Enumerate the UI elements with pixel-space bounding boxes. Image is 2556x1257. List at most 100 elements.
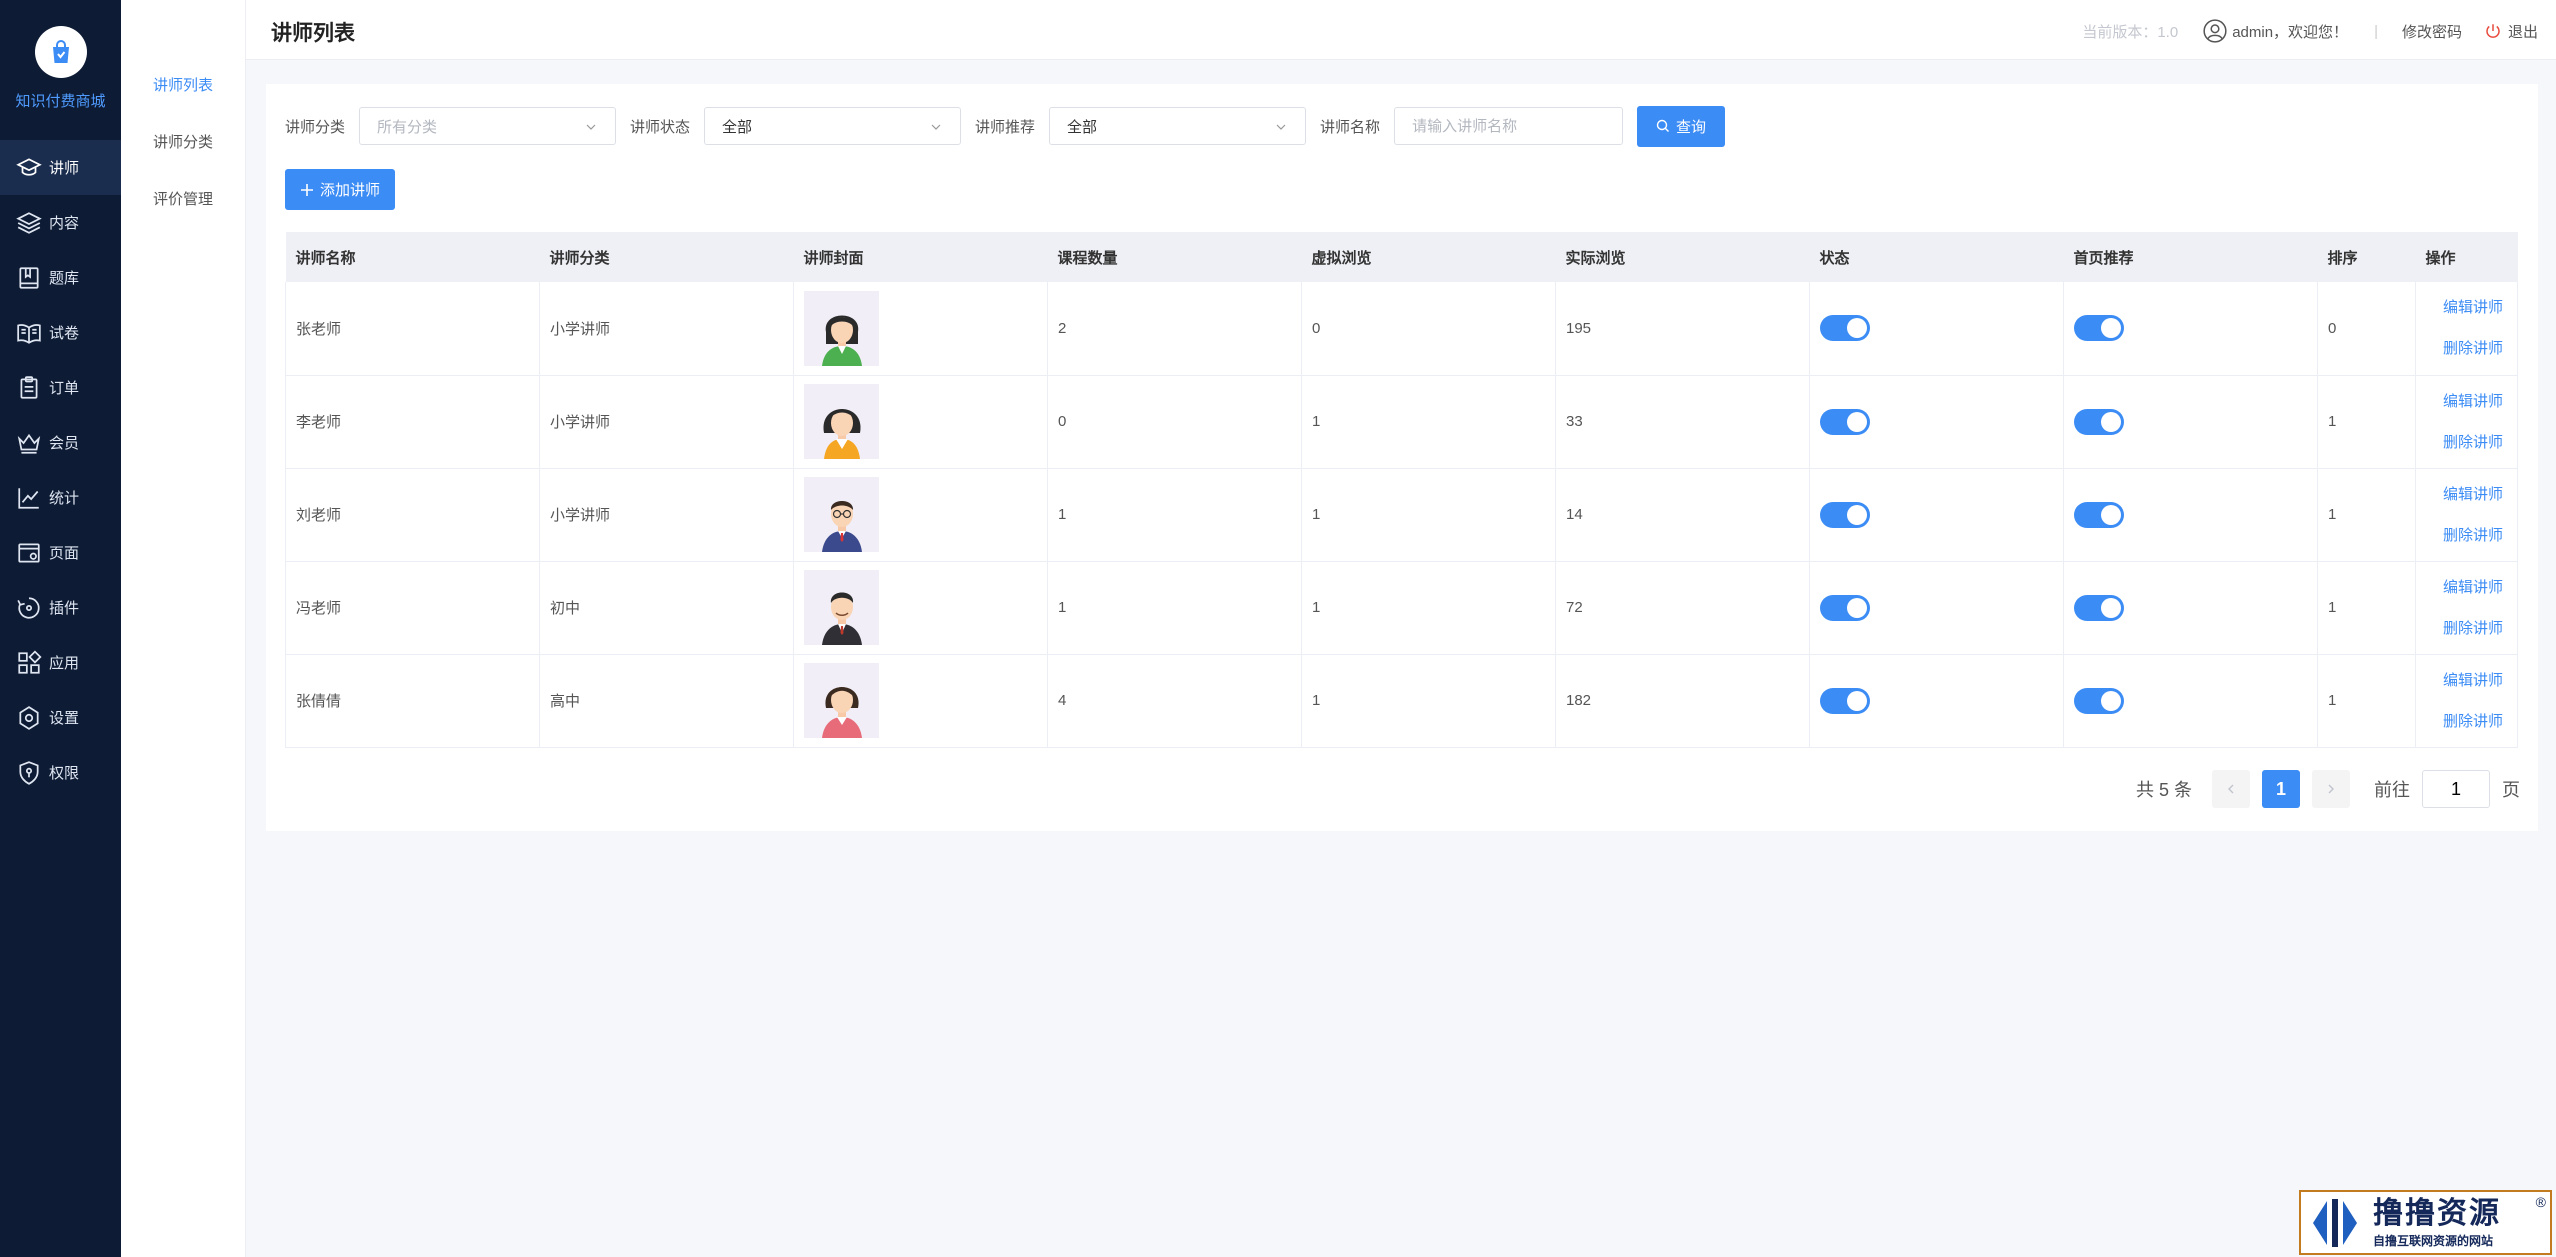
logout-button[interactable]: 退出 [2484, 21, 2538, 42]
edit-teacher-link[interactable]: 编辑讲师 [2443, 300, 2503, 315]
nav-item-statistics[interactable]: 统计 [0, 470, 121, 525]
name-filter-label: 讲师名称 [1320, 118, 1381, 136]
subnav-item-reviews[interactable]: 评价管理 [121, 182, 245, 239]
sort-cell: 1 [2317, 654, 2416, 748]
teacher-name-input[interactable] [1394, 107, 1624, 145]
nav-item-settings[interactable]: 设置 [0, 690, 121, 745]
pagination-total: 共 5 条 [2135, 780, 2192, 800]
male-teacher-glasses-avatar-icon [804, 477, 879, 552]
category-select-value: 所有分类 [377, 118, 438, 136]
chevron-left-icon [2228, 784, 2234, 794]
nav-item-pages[interactable]: 页面 [0, 525, 121, 580]
crown-icon [17, 433, 41, 454]
recommend-cell [2063, 561, 2318, 655]
app-logo[interactable]: 知识付费商城 [0, 0, 121, 140]
recommend-toggle[interactable] [2074, 687, 2124, 714]
delete-teacher-link[interactable]: 删除讲师 [2443, 435, 2503, 450]
edit-teacher-link[interactable]: 编辑讲师 [2443, 580, 2503, 595]
recommend-filter-label: 讲师推荐 [975, 118, 1036, 136]
status-cell [1809, 654, 2064, 748]
sort-cell: 1 [2317, 561, 2416, 655]
open-book-icon [17, 323, 41, 344]
watermark-subtitle: 自撸互联网资源的网站 [2373, 1233, 2494, 1248]
nav-item-question-bank[interactable]: 题库 [0, 250, 121, 305]
table-header-row: 讲师名称 讲师分类 讲师封面 课程数量 虚拟浏览 实际浏览 状态 首页推荐 排序… [285, 232, 2518, 282]
recommend-cell [2063, 375, 2318, 469]
teacher-category-cell: 小学讲师 [539, 375, 794, 469]
delete-teacher-link[interactable]: 删除讲师 [2443, 621, 2503, 636]
content-card: 讲师分类 所有分类 讲师状态 全部 讲师推荐 全部 讲师名称 查询 添加讲师 [266, 84, 2538, 831]
category-select[interactable]: 所有分类 [359, 107, 617, 145]
edit-teacher-link[interactable]: 编辑讲师 [2443, 487, 2503, 502]
course-count-cell: 1 [1047, 561, 1302, 655]
main-sidebar: 知识付费商城 讲师 内容 题库 试卷 订单 会员 统计 页面 插件 应用 设置 … [0, 0, 121, 1257]
recommend-toggle[interactable] [2074, 594, 2124, 621]
graduation-cap-icon [16, 157, 42, 176]
recommend-toggle[interactable] [2074, 408, 2124, 435]
edit-teacher-link[interactable]: 编辑讲师 [2443, 673, 2503, 688]
chevron-down-icon [1276, 124, 1286, 130]
recommend-toggle[interactable] [2074, 501, 2124, 528]
recommend-select[interactable]: 全部 [1049, 107, 1307, 145]
status-select[interactable]: 全部 [704, 107, 962, 145]
plugin-icon [17, 596, 40, 619]
teacher-cover-cell [793, 282, 1048, 376]
nav-item-content[interactable]: 内容 [0, 195, 121, 250]
actual-views-cell: 33 [1555, 375, 1810, 469]
change-password-link[interactable]: 修改密码 [2402, 21, 2462, 42]
column-header: 讲师封面 [793, 232, 1048, 282]
female-teacher-avatar-icon [804, 384, 879, 459]
nav-item-plugins[interactable]: 插件 [0, 580, 121, 635]
header-separator: | [2374, 22, 2378, 40]
teacher-category-cell: 小学讲师 [539, 468, 794, 562]
nav-label: 订单 [49, 380, 80, 397]
top-header: 讲师列表 当前版本：1.0 admin，欢迎您！ | 修改密码 退出 [246, 0, 2556, 60]
version-label: 当前版本：1.0 [2082, 23, 2179, 41]
nav-item-exam[interactable]: 试卷 [0, 305, 121, 360]
subnav-item-teacher-category[interactable]: 讲师分类 [121, 125, 245, 182]
status-toggle[interactable] [1820, 594, 1870, 621]
subnav-item-teacher-list[interactable]: 讲师列表 [121, 68, 245, 125]
user-menu[interactable]: admin，欢迎您！ [2202, 18, 2348, 44]
search-icon [1656, 119, 1670, 132]
status-cell [1809, 375, 2064, 469]
actions-cell: 编辑讲师 删除讲师 [2415, 375, 2518, 469]
page-number-button[interactable]: 1 [2262, 770, 2300, 808]
search-button[interactable]: 查询 [1637, 105, 1726, 147]
status-toggle[interactable] [1820, 501, 1870, 528]
status-toggle[interactable] [1820, 408, 1870, 435]
delete-teacher-link[interactable]: 删除讲师 [2443, 714, 2503, 729]
table-row: 张老师 小学讲师 2 0 195 0 编辑讲师 删除讲师 [285, 282, 2518, 376]
column-header: 虚拟浏览 [1301, 232, 1556, 282]
column-header: 状态 [1809, 232, 2064, 282]
status-cell [1809, 282, 2064, 376]
page-unit-label: 页 [2502, 780, 2520, 800]
status-toggle[interactable] [1820, 315, 1870, 342]
column-header: 讲师分类 [539, 232, 794, 282]
chevron-down-icon [586, 124, 596, 130]
table-row: 李老师 小学讲师 0 1 33 1 编辑讲师 删除讲师 [285, 375, 2518, 469]
delete-teacher-link[interactable]: 删除讲师 [2443, 528, 2503, 543]
status-toggle[interactable] [1820, 687, 1870, 714]
teacher-cover-cell [793, 561, 1048, 655]
goto-page-input[interactable] [2422, 770, 2490, 808]
nav-item-apps[interactable]: 应用 [0, 635, 121, 690]
sub-sidebar: 讲师列表 讲师分类 评价管理 [121, 0, 246, 1257]
female-teacher-avatar-icon [804, 290, 879, 366]
nav-item-teacher[interactable]: 讲师 [0, 140, 121, 195]
page-title: 讲师列表 [271, 22, 355, 45]
search-button-label: 查询 [1676, 118, 1707, 136]
edit-teacher-link[interactable]: 编辑讲师 [2443, 394, 2503, 409]
nav-item-permissions[interactable]: 权限 [0, 745, 121, 800]
recommend-toggle[interactable] [2074, 315, 2124, 342]
nav-label: 试卷 [49, 325, 80, 342]
prev-page-button[interactable] [2212, 770, 2250, 808]
next-page-button[interactable] [2312, 770, 2350, 808]
nav-item-members[interactable]: 会员 [0, 415, 121, 470]
delete-teacher-link[interactable]: 删除讲师 [2443, 341, 2503, 356]
column-header: 讲师名称 [285, 232, 540, 282]
nav-item-orders[interactable]: 订单 [0, 360, 121, 415]
add-teacher-button[interactable]: 添加讲师 [285, 169, 395, 210]
nav-label: 设置 [49, 710, 80, 727]
watermark-title: 撸撸资源 [2373, 1196, 2501, 1230]
